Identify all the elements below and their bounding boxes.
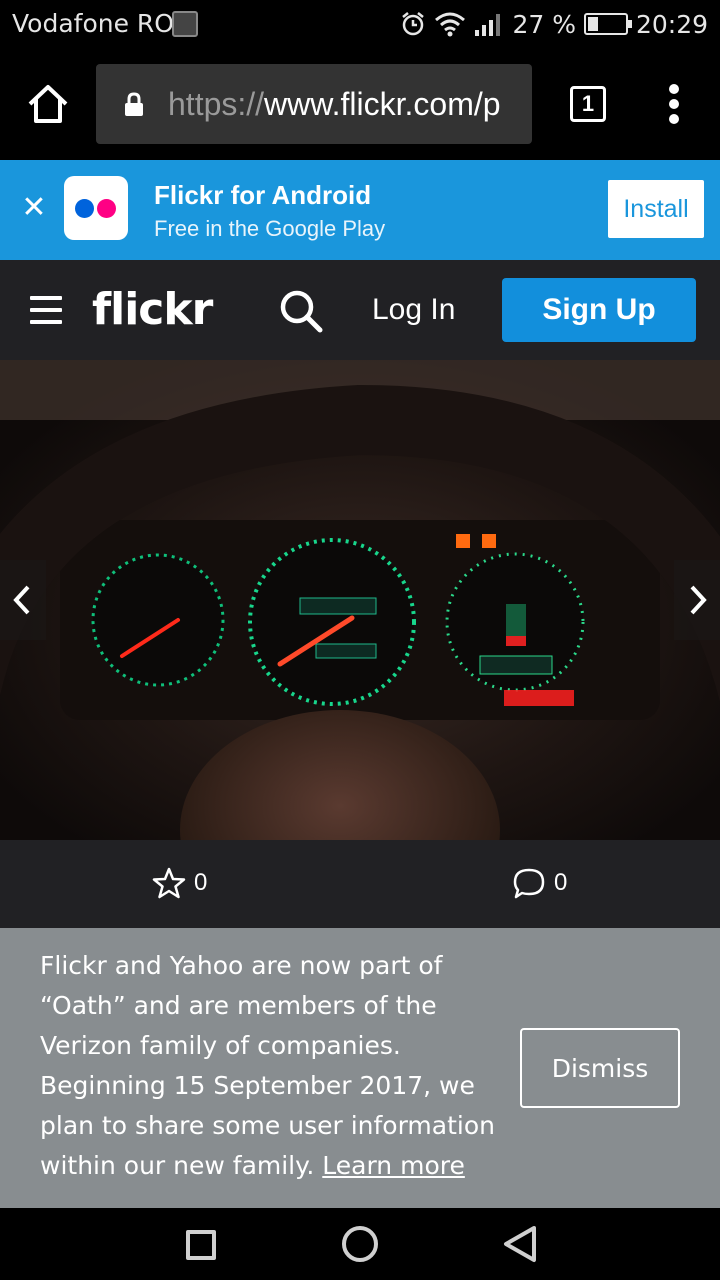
dashboard-photo <box>0 360 720 840</box>
chevron-left-icon <box>13 585 30 615</box>
search-icon[interactable] <box>278 288 324 334</box>
wifi-icon <box>435 12 466 37</box>
url-host: www.flickr.com/p <box>264 86 501 122</box>
dismiss-button[interactable]: Dismiss <box>520 1028 680 1108</box>
signup-button[interactable]: Sign Up <box>502 278 696 342</box>
notice-body: Flickr and Yahoo are now part of “Oath” … <box>40 951 495 1180</box>
comment-icon <box>513 868 545 899</box>
flickr-dots-icon <box>64 176 128 240</box>
alarm-icon <box>402 12 425 36</box>
privacy-notice: Flickr and Yahoo are now part of “Oath” … <box>0 928 720 1208</box>
notification-icon <box>172 11 198 37</box>
install-button[interactable]: Install <box>608 180 704 238</box>
banner-title: Flickr for Android <box>154 180 372 210</box>
chevron-right-icon <box>690 585 707 615</box>
close-icon[interactable]: ✕ <box>20 193 48 223</box>
url-text: https://www.flickr.com/p <box>168 86 501 123</box>
comment-button[interactable]: 0 <box>512 866 567 900</box>
tabs-button[interactable]: 1 <box>570 86 606 122</box>
recent-apps-icon[interactable] <box>186 1230 216 1260</box>
previous-photo-button[interactable] <box>0 560 46 640</box>
next-photo-button[interactable] <box>674 560 720 640</box>
system-navigation-bar <box>0 1208 720 1280</box>
hamburger-icon[interactable] <box>30 296 62 324</box>
clock: 20:29 <box>635 9 708 39</box>
photo-viewer[interactable] <box>0 360 720 840</box>
site-header: flickr Log In Sign Up <box>0 260 720 360</box>
comments-count: 0 <box>554 869 568 896</box>
learn-more-link[interactable]: Learn more <box>322 1151 465 1180</box>
overflow-menu-icon[interactable] <box>664 84 684 124</box>
status-indicators: 27 % 20:29 <box>400 8 708 40</box>
star-icon <box>152 867 186 899</box>
favorite-button[interactable]: 0 <box>152 866 207 900</box>
banner-subtitle: Free in the Google Play <box>154 216 386 241</box>
favorites-count: 0 <box>194 869 208 896</box>
home-icon[interactable] <box>26 82 70 126</box>
home-circle-icon[interactable] <box>342 1226 378 1262</box>
status-bar: Vodafone RO 27 % 20:29 <box>0 0 720 50</box>
signal-icon <box>475 14 501 36</box>
battery-icon <box>583 13 632 35</box>
url-scheme: https:// <box>168 86 265 122</box>
flickr-logo[interactable]: flickr <box>92 284 213 335</box>
carrier-name: Vodafone RO <box>12 9 174 38</box>
notice-text: Flickr and Yahoo are now part of “Oath” … <box>40 946 500 1186</box>
back-triangle-icon[interactable] <box>502 1224 538 1264</box>
app-install-banner: ✕ Flickr for Android Free in the Google … <box>0 160 720 260</box>
browser-toolbar: https://www.flickr.com/p 1 <box>0 50 720 160</box>
photo-action-bar: 0 0 <box>0 840 720 928</box>
login-link[interactable]: Log In <box>372 293 455 327</box>
url-bar[interactable]: https://www.flickr.com/p <box>96 64 532 144</box>
battery-level <box>587 17 598 31</box>
lock-icon <box>125 92 143 116</box>
battery-percent: 27 % <box>512 9 576 39</box>
